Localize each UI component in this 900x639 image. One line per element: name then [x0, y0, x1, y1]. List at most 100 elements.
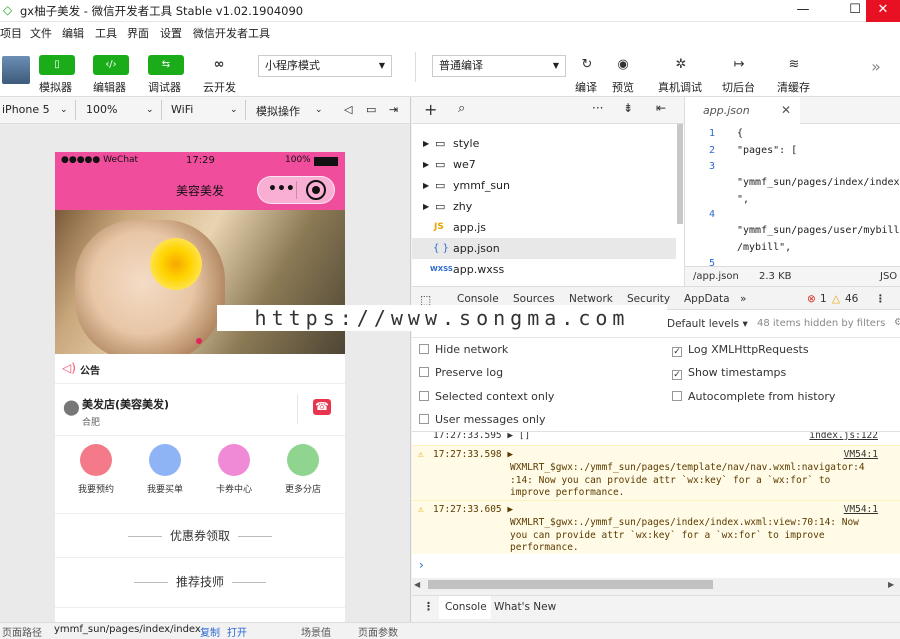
- log-source-link[interactable]: VM54:1: [844, 504, 878, 515]
- option-autocomplete[interactable]: Autocomplete from history: [672, 390, 835, 403]
- more-toolbar-button[interactable]: »: [866, 57, 886, 77]
- console-prompt[interactable]: ›: [412, 556, 900, 576]
- code-editor[interactable]: 1 { 2 "pages": [ 3 "ymmf_sun/pages/index/…: [684, 124, 900, 266]
- tab-security[interactable]: Security: [627, 293, 670, 305]
- editor-tab[interactable]: app.json ✕: [685, 97, 800, 124]
- background-icon[interactable]: ↦: [729, 55, 749, 75]
- simulator-button-label[interactable]: 模拟器: [39, 79, 72, 95]
- zoom-select[interactable]: 100%: [86, 103, 117, 116]
- page-params-button[interactable]: 页面参数: [358, 624, 398, 639]
- code-icon[interactable]: ‹/›: [93, 55, 129, 75]
- editor-button-label[interactable]: 编辑器: [93, 79, 126, 95]
- debugger-button-label[interactable]: 调试器: [148, 79, 181, 95]
- split-icon[interactable]: ⇤: [656, 101, 666, 115]
- cloud-icon[interactable]: ∞: [209, 55, 229, 75]
- search-icon[interactable]: ⌕: [458, 101, 465, 116]
- copy-link[interactable]: 复制: [200, 624, 220, 639]
- notice-bar[interactable]: ◁) 公告: [55, 354, 345, 384]
- checkbox-checked[interactable]: ✓: [672, 347, 682, 357]
- tree-file-app-wxss[interactable]: WXSS app.wxss: [412, 259, 676, 280]
- detach-icon[interactable]: ⇥: [389, 103, 398, 116]
- menu-project[interactable]: 项目: [0, 25, 22, 41]
- menu-settings[interactable]: 设置: [160, 25, 182, 41]
- mode-select[interactable]: 小程序模式 ▼: [258, 55, 392, 77]
- option-log-xhr[interactable]: ✓ Log XMLHttpRequests: [672, 343, 809, 357]
- close-button[interactable]: ✕: [866, 0, 900, 22]
- log-source-link[interactable]: index.js:122: [809, 432, 878, 441]
- preview-button-label[interactable]: 预览: [612, 79, 634, 95]
- log-warning[interactable]: ⚠ 17:27:33.598 ▶ VM54:1 WXMLRT_$gwx:./ym…: [412, 445, 900, 500]
- log-warning[interactable]: ⚠ 17:27:33.605 ▶ VM54:1 WXMLRT_$gwx:./ym…: [412, 500, 900, 554]
- tree-folder-style[interactable]: ▶ ▭ style: [412, 133, 676, 154]
- cloud-button-label[interactable]: 云开发: [203, 79, 236, 95]
- checkbox[interactable]: [419, 367, 429, 377]
- checkbox-checked[interactable]: ✓: [672, 370, 682, 380]
- grid-item-branches[interactable]: 更多分店: [267, 444, 339, 495]
- more-tabs-icon[interactable]: »: [740, 293, 746, 305]
- carousel-dot[interactable]: [196, 338, 202, 344]
- chevron-right-icon[interactable]: ▶: [423, 133, 429, 154]
- error-count[interactable]: 1: [820, 293, 827, 305]
- settings-gear-icon[interactable]: ⚙: [894, 317, 900, 328]
- close-tab-icon[interactable]: ✕: [781, 103, 791, 117]
- log-entry[interactable]: 17:27:33.595 ▶ [] index.js:122: [412, 432, 900, 445]
- grid-item-coupons[interactable]: 卡券中心: [198, 444, 270, 495]
- checkbox[interactable]: [419, 344, 429, 354]
- phone-call-icon[interactable]: ☎: [313, 399, 331, 415]
- file-language[interactable]: JSO: [880, 271, 897, 282]
- more-dots-icon[interactable]: •••: [268, 181, 295, 197]
- coupon-section[interactable]: 优惠券领取: [55, 514, 345, 558]
- stylists-section[interactable]: 推荐技师: [55, 562, 345, 608]
- checkbox[interactable]: [419, 391, 429, 401]
- tab-network[interactable]: Network: [569, 293, 613, 305]
- grid-item-pay[interactable]: 我要买单: [129, 444, 201, 495]
- window-icon[interactable]: ▭: [366, 103, 376, 116]
- minimize-button[interactable]: —: [786, 0, 820, 22]
- scene-value-button[interactable]: 场景值: [301, 624, 331, 639]
- menu-edit[interactable]: 编辑: [62, 25, 84, 41]
- compile-select[interactable]: 普通编译 ▼: [432, 55, 566, 77]
- more-icon[interactable]: ···: [592, 101, 603, 115]
- simulate-select[interactable]: 模拟操作: [256, 103, 300, 119]
- chevron-down-icon[interactable]: ⌄: [230, 105, 238, 115]
- tab-appdata[interactable]: AppData: [684, 293, 730, 305]
- tab-sources[interactable]: Sources: [513, 293, 555, 305]
- collapse-icon[interactable]: ⇟: [623, 101, 633, 115]
- drawer-tab-whats-new[interactable]: What's New: [494, 601, 556, 613]
- kebab-menu-icon[interactable]: ⋮: [423, 600, 434, 613]
- scroll-thumb[interactable]: [428, 580, 713, 589]
- add-file-icon[interactable]: +: [424, 100, 437, 119]
- warning-icon[interactable]: △: [832, 293, 840, 305]
- open-link[interactable]: 打开: [227, 624, 247, 639]
- tab-console[interactable]: Console: [457, 293, 499, 305]
- option-show-timestamps[interactable]: ✓ Show timestamps: [672, 366, 786, 380]
- shop-info[interactable]: ⬤ 美发店(美容美发) 合肥 ☎: [55, 384, 345, 436]
- bug-icon[interactable]: ✲: [671, 55, 691, 75]
- compile-button-label[interactable]: 编译: [575, 79, 597, 95]
- tree-file-app-js[interactable]: JS app.js: [412, 217, 676, 238]
- horizontal-scrollbar[interactable]: ◀ ▶: [412, 578, 900, 592]
- kebab-menu-icon[interactable]: ⋮: [875, 293, 886, 305]
- clear-cache-button-label[interactable]: 清缓存: [777, 79, 810, 95]
- drawer-tab-console[interactable]: Console: [445, 601, 487, 613]
- scroll-left-icon[interactable]: ◀: [414, 580, 420, 589]
- simulator-icon[interactable]: ▯: [39, 55, 75, 75]
- menu-devtools[interactable]: 微信开发者工具: [193, 25, 270, 41]
- refresh-icon[interactable]: ↻: [577, 55, 597, 75]
- chevron-right-icon[interactable]: ▶: [423, 154, 429, 175]
- warning-count[interactable]: 46: [845, 293, 858, 305]
- scroll-right-icon[interactable]: ▶: [888, 580, 894, 589]
- menu-file[interactable]: 文件: [30, 25, 52, 41]
- remote-debug-button-label[interactable]: 真机调试: [658, 79, 702, 95]
- checkbox[interactable]: [672, 391, 682, 401]
- avatar[interactable]: [2, 56, 30, 84]
- chevron-down-icon[interactable]: ⌄: [315, 105, 323, 115]
- log-source-link[interactable]: VM54:1: [844, 449, 878, 460]
- option-preserve-log[interactable]: Preserve log: [419, 366, 503, 379]
- tree-file-app-json[interactable]: { } app.json: [412, 238, 676, 259]
- option-hide-network[interactable]: Hide network: [419, 343, 508, 356]
- chevron-down-icon[interactable]: ⌄: [60, 105, 68, 115]
- eye-icon[interactable]: ◉: [613, 55, 633, 75]
- checkbox[interactable]: [419, 414, 429, 424]
- error-icon[interactable]: ⊗: [807, 293, 816, 305]
